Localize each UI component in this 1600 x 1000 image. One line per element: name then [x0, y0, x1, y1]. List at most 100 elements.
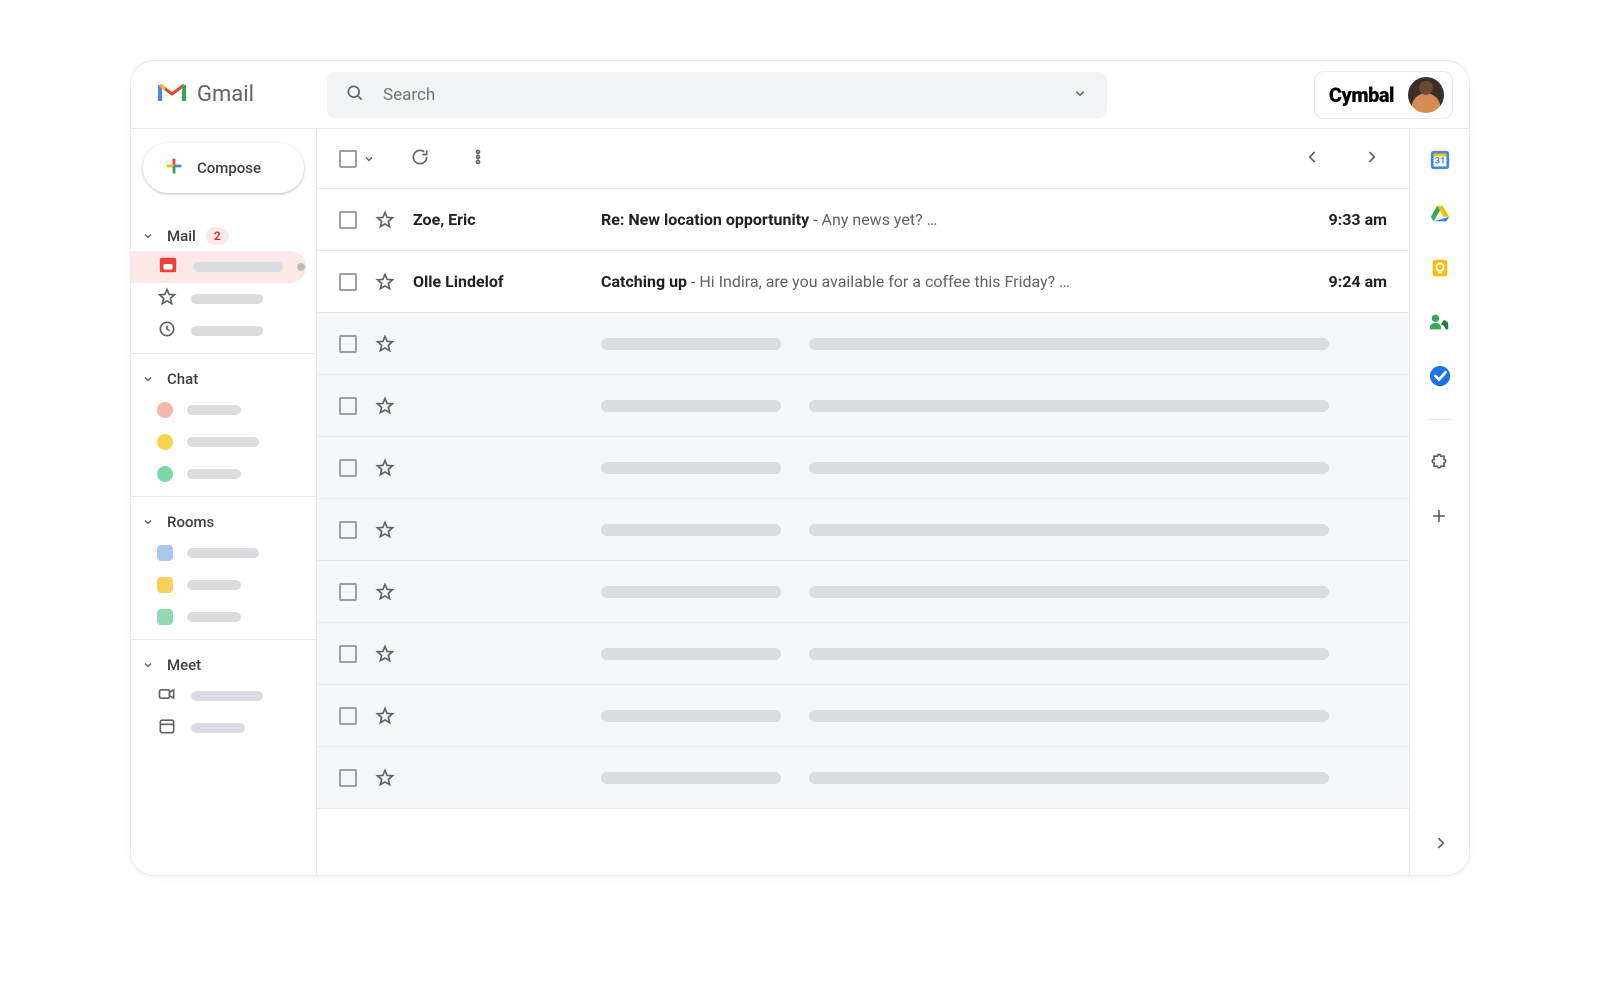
email-row-placeholder[interactable]	[317, 313, 1409, 375]
addons-icon[interactable]	[1429, 452, 1451, 474]
toolbar	[317, 129, 1409, 189]
meet-label: Meet	[167, 656, 201, 674]
chevron-right-icon	[1361, 147, 1381, 167]
svg-text:31: 31	[1434, 157, 1445, 167]
sidebar-header-rooms[interactable]: Rooms	[131, 507, 316, 537]
caret-down-icon[interactable]	[360, 150, 378, 168]
brand: Gmail	[147, 82, 317, 108]
star-icon[interactable]	[375, 210, 395, 230]
sidebar-item-chat-contact[interactable]	[131, 394, 306, 426]
newer-button[interactable]	[1297, 141, 1329, 177]
hide-panel-button[interactable]	[1424, 827, 1456, 863]
plus-icon	[1429, 506, 1449, 526]
star-icon[interactable]	[375, 644, 395, 664]
sidebar-item-room[interactable]	[131, 569, 306, 601]
row-checkbox[interactable]	[339, 769, 357, 787]
email-row-placeholder[interactable]	[317, 499, 1409, 561]
star-icon[interactable]	[375, 272, 395, 292]
keep-app-icon[interactable]	[1429, 257, 1451, 279]
org-name: Cymbal	[1329, 83, 1394, 107]
placeholder-text	[187, 405, 241, 415]
search-bar[interactable]	[327, 72, 1107, 118]
contact-dot-icon	[157, 466, 173, 482]
row-checkbox[interactable]	[339, 707, 357, 725]
star-icon[interactable]	[375, 458, 395, 478]
email-row-placeholder[interactable]	[317, 437, 1409, 499]
drive-app-icon[interactable]	[1429, 203, 1451, 225]
row-checkbox[interactable]	[339, 211, 357, 229]
compose-button[interactable]: Compose	[143, 143, 304, 193]
sidebar-item-room[interactable]	[131, 537, 306, 569]
row-checkbox[interactable]	[339, 335, 357, 353]
get-addons-button[interactable]	[1429, 506, 1451, 528]
avatar[interactable]	[1408, 77, 1444, 113]
row-checkbox[interactable]	[339, 397, 357, 415]
sidebar-header-mail[interactable]: Mail 2	[131, 221, 316, 251]
sidebar: Compose Mail 2	[131, 129, 317, 875]
sidebar-item-join-meeting[interactable]	[131, 712, 306, 744]
email-time: 9:24 am	[1329, 272, 1387, 291]
email-preview: Catching up - Hi Indira, are you availab…	[601, 272, 1311, 291]
email-row-placeholder[interactable]	[317, 375, 1409, 437]
placeholder-text	[187, 469, 241, 479]
email-row-placeholder[interactable]	[317, 685, 1409, 747]
star-icon[interactable]	[375, 768, 395, 788]
refresh-button[interactable]	[404, 141, 436, 177]
placeholder	[601, 338, 1369, 350]
sidebar-item-snoozed[interactable]	[131, 315, 306, 347]
row-checkbox[interactable]	[339, 583, 357, 601]
more-button[interactable]	[462, 141, 494, 177]
star-icon[interactable]	[375, 706, 395, 726]
email-row[interactable]: Olle Lindelof Catching up - Hi Indira, ar…	[317, 251, 1409, 313]
email-row[interactable]: Zoe, EricRe: New location opportunity - …	[317, 189, 1409, 251]
star-icon[interactable]	[375, 334, 395, 354]
clock-icon	[157, 319, 177, 343]
gmail-logo-icon	[157, 82, 187, 108]
older-button[interactable]	[1355, 141, 1387, 177]
caret-down-icon	[139, 656, 157, 674]
star-icon[interactable]	[375, 396, 395, 416]
placeholder-text	[191, 723, 245, 733]
caret-down-icon	[139, 513, 157, 531]
tasks-app-icon[interactable]	[1429, 365, 1451, 387]
chevron-left-icon	[1303, 147, 1323, 167]
search-icon	[345, 83, 365, 107]
compose-label: Compose	[197, 159, 261, 177]
calendar-app-icon[interactable]: 31	[1429, 149, 1451, 171]
contacts-app-icon[interactable]	[1429, 311, 1451, 333]
search-input[interactable]	[381, 84, 1055, 106]
sidebar-item-room[interactable]	[131, 601, 306, 633]
row-checkbox[interactable]	[339, 273, 357, 291]
mail-badge: 2	[206, 227, 229, 245]
star-icon[interactable]	[375, 582, 395, 602]
email-row-placeholder[interactable]	[317, 561, 1409, 623]
email-row-placeholder[interactable]	[317, 747, 1409, 809]
sidebar-item-chat-contact[interactable]	[131, 458, 306, 490]
account-switcher[interactable]: Cymbal	[1314, 71, 1453, 119]
video-icon	[157, 684, 177, 708]
checkbox-icon[interactable]	[339, 150, 357, 168]
app-name: Gmail	[197, 82, 254, 107]
body: Compose Mail 2	[131, 129, 1469, 875]
mail-label: Mail	[167, 227, 196, 245]
row-checkbox[interactable]	[339, 459, 357, 477]
email-preview: Re: New location opportunity - Any news …	[601, 210, 1311, 229]
placeholder	[601, 462, 1369, 474]
sidebar-item-inbox[interactable]	[131, 251, 306, 283]
placeholder	[601, 772, 1369, 784]
rooms-label: Rooms	[167, 513, 214, 531]
sidebar-item-new-meeting[interactable]	[131, 680, 306, 712]
sidebar-item-starred[interactable]	[131, 283, 306, 315]
placeholder-text	[187, 580, 241, 590]
row-checkbox[interactable]	[339, 521, 357, 539]
sidebar-header-meet[interactable]: Meet	[131, 650, 316, 680]
star-icon[interactable]	[375, 520, 395, 540]
select-all[interactable]	[339, 150, 378, 168]
email-row-placeholder[interactable]	[317, 623, 1409, 685]
email-sender: Olle Lindelof	[413, 272, 583, 291]
caret-down-icon[interactable]	[1071, 84, 1089, 106]
sidebar-header-chat[interactable]: Chat	[131, 364, 316, 394]
sidebar-item-chat-contact[interactable]	[131, 426, 306, 458]
chat-label: Chat	[167, 370, 198, 388]
row-checkbox[interactable]	[339, 645, 357, 663]
